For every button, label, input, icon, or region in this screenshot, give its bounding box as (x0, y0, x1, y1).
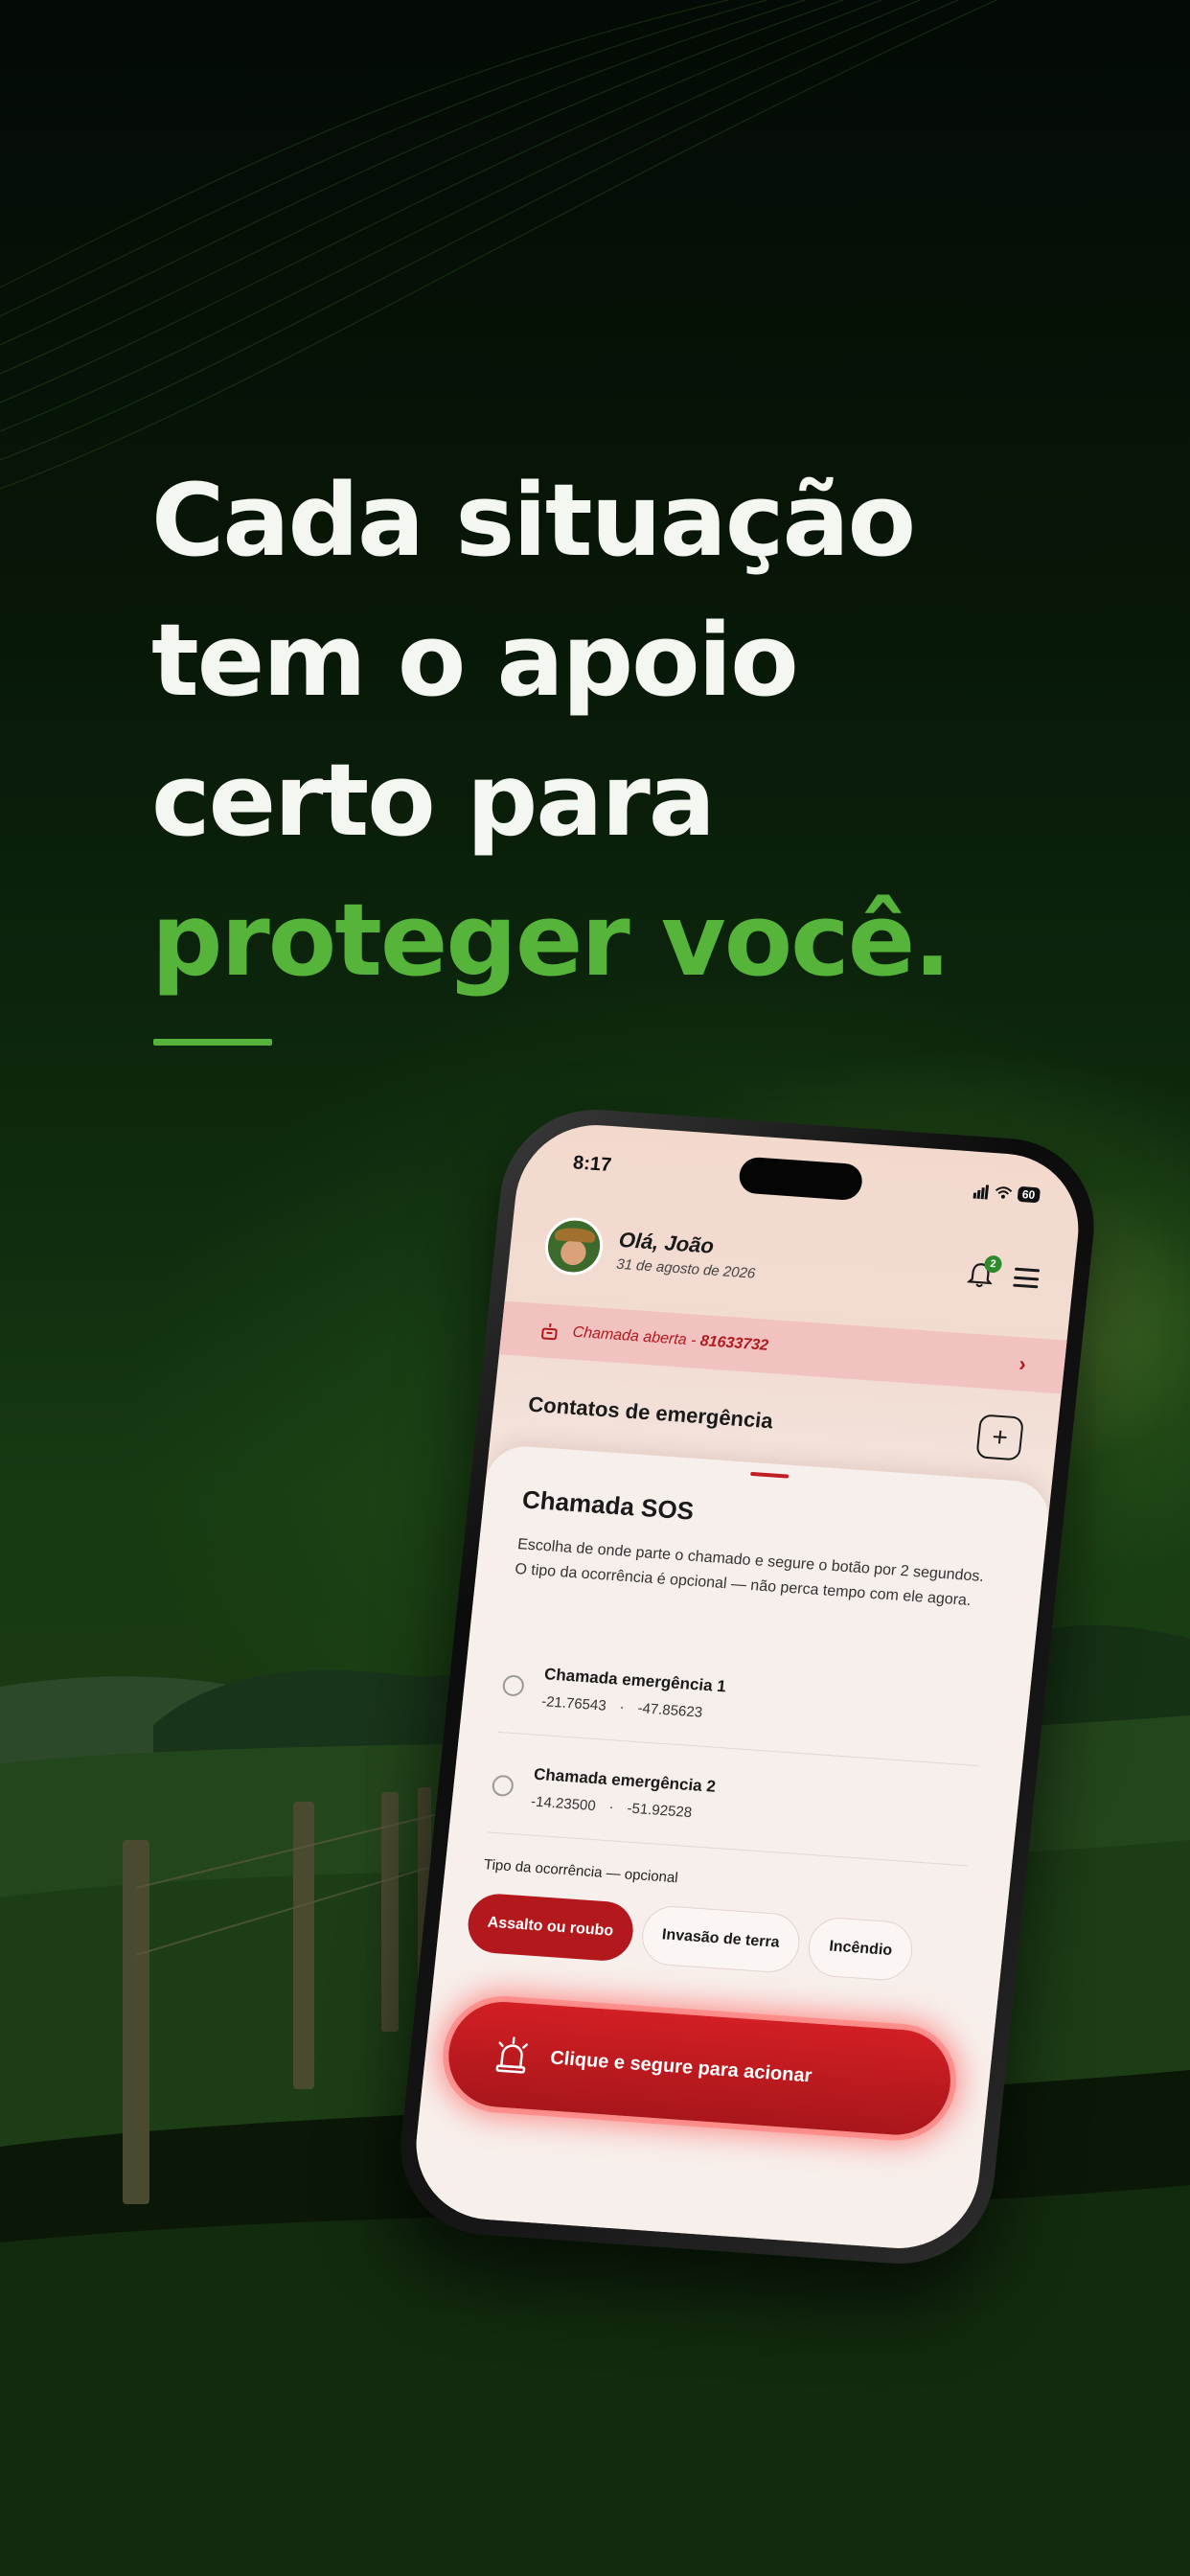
radio-button[interactable] (491, 1774, 515, 1797)
chip-invasao[interactable]: Invasão de terra (638, 1903, 803, 1975)
contacts-title: Contatos de emergência (527, 1392, 774, 1434)
chip-assalto[interactable]: Assalto ou roubo (465, 1892, 636, 1963)
status-time: 8:17 (572, 1151, 613, 1176)
radio-button[interactable] (501, 1673, 525, 1697)
headline: Cada situação tem o apoio certo para pro… (151, 450, 1014, 1010)
sos-hold-button[interactable]: Clique e segure para acionar (443, 1998, 956, 2139)
sos-button-label: Clique e segure para acionar (549, 2046, 813, 2086)
open-call-text: Chamada aberta - 81633732 (572, 1324, 1020, 1372)
phone-screen: 8:17 60 Olá, João 31 de agosto de 2026 2 (408, 1119, 1087, 2254)
occurrence-type-chips: Assalto ou roubo Invasão de terra Incênd… (465, 1892, 1005, 1989)
sos-title: Chamada SOS (520, 1484, 696, 1526)
signal-icon (973, 1184, 990, 1200)
notification-badge: 2 (983, 1254, 1003, 1274)
call-option-title: Chamada emergência 2 (533, 1764, 717, 1796)
open-call-label: Chamada aberta - (571, 1323, 698, 1349)
headline-line-2: tem o apoio (151, 602, 799, 719)
headline-line-1: Cada situação (151, 462, 916, 579)
latitude: -21.76543 (540, 1693, 607, 1714)
chip-incendio[interactable]: Incêndio (806, 1916, 916, 1983)
sos-description: Escolha de onde parte o chamado e segure… (514, 1536, 985, 1610)
chevron-right-icon: › (1018, 1351, 1028, 1376)
call-option-coords: -21.76543 · -47.85623 (540, 1693, 723, 1722)
phone-mockup: 8:17 60 Olá, João 31 de agosto de 2026 2 (391, 1103, 1104, 2270)
call-option-title: Chamada emergência 1 (543, 1665, 727, 1696)
separator: · (618, 1698, 626, 1716)
wifi-icon (995, 1186, 1012, 1199)
status-bar: 8:17 60 (572, 1148, 1041, 1209)
sos-sheet: Chamada SOS Escolha de onde parte o cham… (408, 1443, 1052, 2254)
battery-indicator: 60 (1017, 1185, 1041, 1204)
separator: · (607, 1799, 615, 1816)
headline-underline (153, 1039, 272, 1046)
phone-frame: 8:17 60 Olá, João 31 de agosto de 2026 2 (391, 1103, 1104, 2270)
app-header: Olá, João 31 de agosto de 2026 2 (541, 1207, 1042, 1318)
siren-icon (541, 1322, 558, 1341)
headline-accent: proteger você. (151, 882, 951, 999)
open-call-number: 81633732 (698, 1332, 769, 1354)
hamburger-menu-icon[interactable] (1013, 1267, 1041, 1289)
alarm-icon (495, 2036, 528, 2074)
sheet-handle[interactable] (750, 1471, 790, 1479)
status-icons: 60 (973, 1184, 1041, 1204)
user-avatar[interactable] (541, 1215, 606, 1277)
greeting-block: Olá, João 31 de agosto de 2026 (615, 1227, 966, 1296)
add-contact-button[interactable]: + (975, 1414, 1024, 1461)
latitude: -14.23500 (530, 1793, 597, 1815)
headline-line-3: certo para (151, 742, 716, 859)
longitude: -47.85623 (636, 1700, 703, 1721)
open-call-banner[interactable]: Chamada aberta - 81633732 › (498, 1300, 1067, 1394)
longitude: -51.92528 (626, 1800, 693, 1822)
occurrence-type-label: Tipo da ocorrência — opcional (483, 1856, 679, 1887)
notifications-button[interactable]: 2 (963, 1254, 1003, 1292)
call-option-coords: -14.23500 · -51.92528 (530, 1794, 713, 1823)
